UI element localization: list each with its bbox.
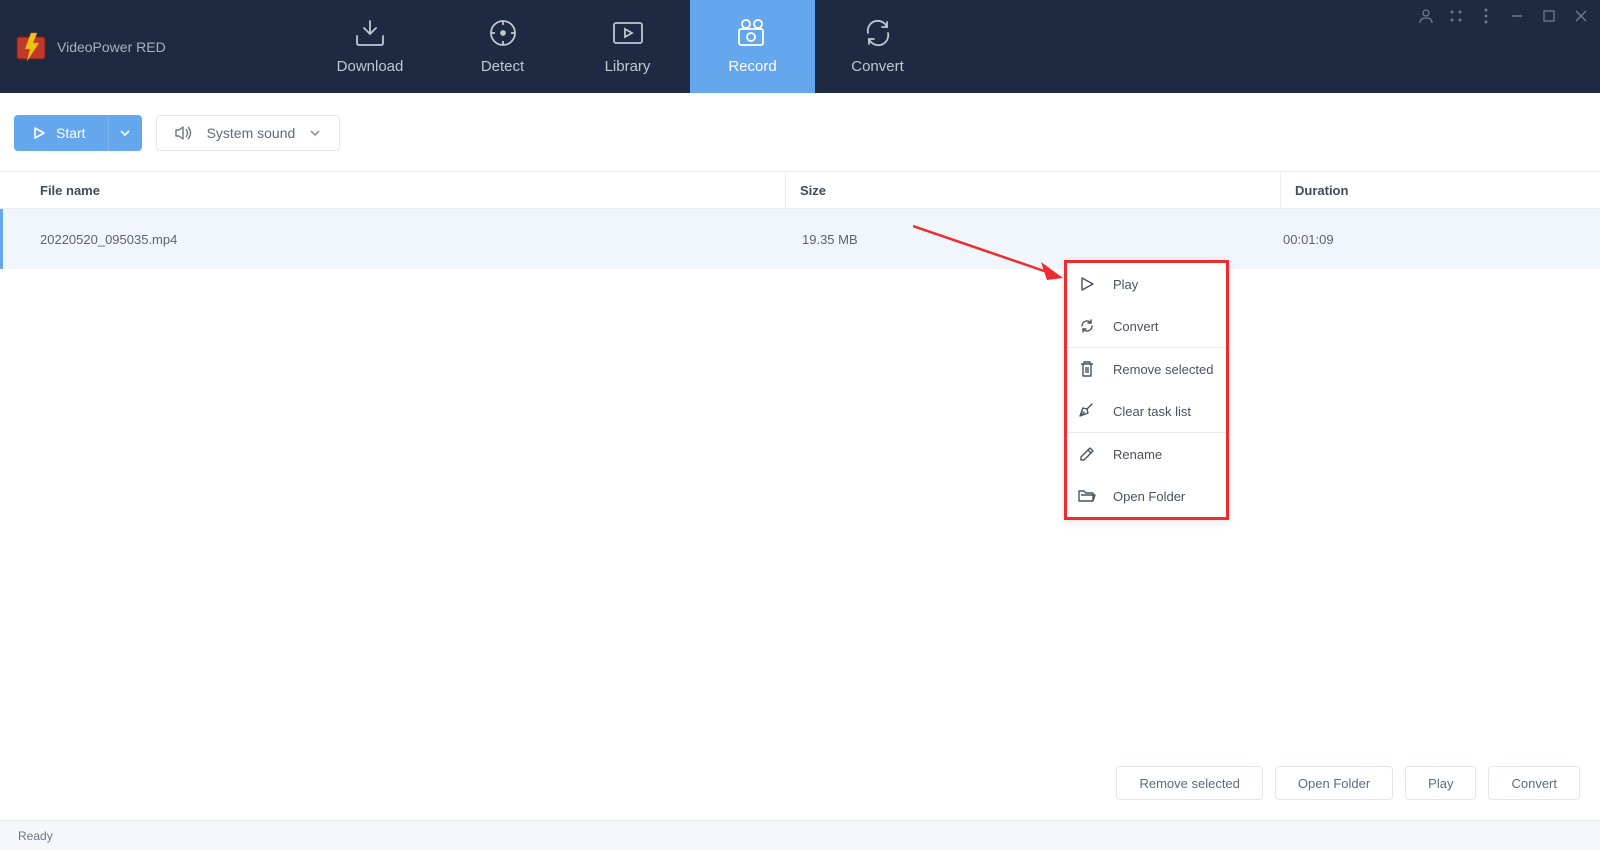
play-button[interactable]: Play [1405,766,1476,800]
status-text: Ready [18,829,53,843]
ctx-play-label: Play [1113,277,1138,292]
ctx-open-folder[interactable]: Open Folder [1067,475,1226,517]
grid-icon[interactable] [1448,8,1464,24]
tab-record[interactable]: Record [690,0,815,93]
system-sound-button[interactable]: System sound [156,115,341,151]
start-button-label: Start [56,125,86,141]
ctx-rename[interactable]: Rename [1067,433,1226,475]
ctx-play[interactable]: Play [1067,263,1226,305]
play-label: Play [1428,776,1453,791]
trash-icon [1077,359,1097,379]
logo-area: VideoPower RED [0,0,300,93]
status-bar: Ready [0,820,1600,850]
open-folder-label: Open Folder [1298,776,1370,791]
context-menu: Play Convert Remove selected Clear task … [1064,260,1229,520]
download-icon [353,18,387,48]
window-controls [1418,8,1590,24]
ctx-remove-selected[interactable]: Remove selected [1067,348,1226,390]
ctx-convert-label: Convert [1113,319,1159,334]
start-button[interactable]: Start [14,115,142,151]
system-sound-label: System sound [207,125,296,141]
table-header: File name Size Duration [0,171,1600,209]
toolbar: Start System sound [0,93,1600,171]
play-icon [1077,274,1097,294]
ctx-clear-label: Clear task list [1113,404,1191,419]
detect-icon [488,18,518,48]
tab-detect[interactable]: Detect [440,0,565,93]
tab-download-label: Download [337,58,404,75]
tab-convert-label: Convert [851,58,904,75]
nav-tabs: Download Detect Library [300,0,940,93]
record-icon [735,18,771,48]
convert-label: Convert [1511,776,1557,791]
col-header-size[interactable]: Size [785,172,1280,208]
header: VideoPower RED Download Detect [0,0,1600,93]
library-icon [611,18,645,48]
table-row[interactable]: 20220520_095035.mp4 19.35 MB 00:01:09 [0,209,1600,269]
start-button-main[interactable]: Start [14,125,108,141]
footer-buttons: Remove selected Open Folder Play Convert [1116,766,1580,800]
menu-icon[interactable] [1478,8,1494,24]
chevron-down-icon [309,127,321,139]
convert-button[interactable]: Convert [1488,766,1580,800]
convert-icon [1077,316,1097,336]
col-header-name[interactable]: File name [0,183,785,198]
ctx-rename-label: Rename [1113,447,1162,462]
ctx-clear-task-list[interactable]: Clear task list [1067,390,1226,432]
folder-icon [1077,486,1097,506]
col-header-duration[interactable]: Duration [1280,172,1600,208]
pencil-icon [1077,444,1097,464]
play-icon [32,126,46,140]
close-button[interactable] [1572,8,1590,24]
app-logo-icon [15,31,47,63]
ctx-remove-label: Remove selected [1113,362,1213,377]
ctx-open-folder-label: Open Folder [1113,489,1185,504]
ctx-convert[interactable]: Convert [1067,305,1226,347]
tab-convert[interactable]: Convert [815,0,940,93]
start-dropdown-toggle[interactable] [108,115,142,151]
broom-icon [1077,401,1097,421]
tab-download[interactable]: Download [300,0,440,93]
maximize-button[interactable] [1540,8,1558,24]
app-title: VideoPower RED [57,39,166,55]
cell-duration: 00:01:09 [1283,209,1600,269]
convert-icon [863,18,893,48]
tab-library-label: Library [605,58,651,75]
minimize-button[interactable] [1508,8,1526,24]
open-folder-button[interactable]: Open Folder [1275,766,1393,800]
user-icon[interactable] [1418,8,1434,24]
remove-selected-label: Remove selected [1139,776,1239,791]
tab-detect-label: Detect [481,58,524,75]
tab-library[interactable]: Library [565,0,690,93]
remove-selected-button[interactable]: Remove selected [1116,766,1262,800]
cell-name: 20220520_095035.mp4 [3,232,788,247]
speaker-icon [175,125,193,141]
tab-record-label: Record [728,58,776,75]
